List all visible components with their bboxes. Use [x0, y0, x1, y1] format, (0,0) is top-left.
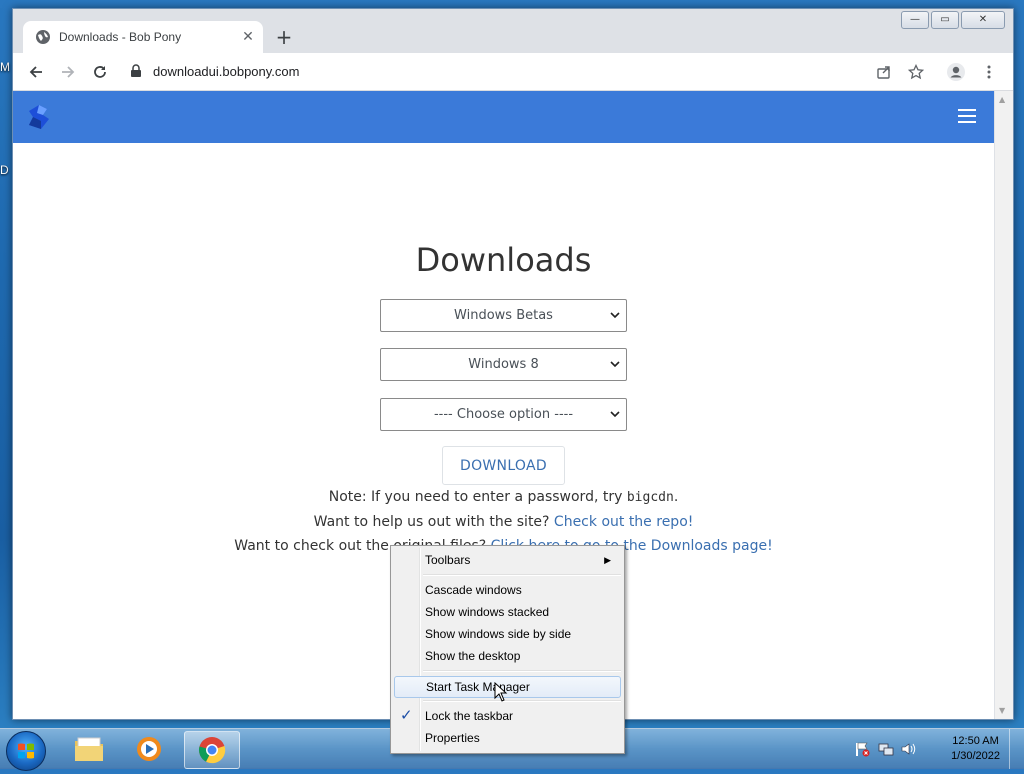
- browser-tab[interactable]: Downloads - Bob Pony ✕: [23, 21, 263, 53]
- menu-item-label: Toolbars: [425, 553, 471, 567]
- clock-date: 1/30/2022: [951, 750, 1000, 762]
- menu-separator: [423, 670, 621, 672]
- hamburger-menu-icon[interactable]: [958, 109, 976, 123]
- tab-strip: Downloads - Bob Pony ✕ + — ▭ ✕: [13, 9, 1013, 53]
- submenu-arrow-icon: ▶: [604, 555, 611, 565]
- taskbar-app-chrome[interactable]: [184, 731, 240, 769]
- help-prefix: Want to help us out with the site?: [313, 514, 554, 530]
- back-button[interactable]: [25, 61, 47, 83]
- scroll-down-icon[interactable]: ▼: [999, 706, 1005, 715]
- new-tab-button[interactable]: +: [273, 27, 295, 49]
- version-select-value: Windows 8: [468, 357, 539, 372]
- page-title: Downloads: [415, 241, 592, 279]
- vertical-scrollbar[interactable]: ▲ ▼: [995, 91, 1013, 719]
- menu-item-show-desktop[interactable]: Show the desktop: [394, 645, 621, 667]
- avatar-icon: [947, 63, 965, 81]
- star-icon: [908, 64, 924, 80]
- option-select[interactable]: ---- Choose option ----: [380, 398, 627, 431]
- close-tab-icon[interactable]: ✕: [241, 30, 255, 44]
- maximize-button[interactable]: ▭: [931, 11, 959, 29]
- chevron-down-icon: [610, 312, 620, 319]
- menu-item-side-by-side[interactable]: Show windows side by side: [394, 623, 621, 645]
- minimize-button[interactable]: —: [901, 11, 929, 29]
- lock-icon: [131, 64, 141, 77]
- site-logo[interactable]: [25, 103, 53, 131]
- chrome-icon: [199, 737, 226, 764]
- site-navbar: [13, 91, 994, 143]
- menu-separator: [423, 700, 621, 702]
- menu-item-show-stacked[interactable]: Show windows stacked: [394, 601, 621, 623]
- desktop-icon-label[interactable]: D: [0, 163, 9, 177]
- action-center-flag-icon[interactable]: [854, 741, 870, 757]
- repo-link[interactable]: Check out the repo!: [554, 514, 693, 530]
- category-select[interactable]: Windows Betas: [380, 299, 627, 332]
- menu-item-label: Cascade windows: [425, 583, 522, 597]
- password-note-suffix: .: [673, 489, 679, 505]
- menu-button[interactable]: [978, 61, 1000, 83]
- windows-logo-icon: [18, 743, 34, 759]
- reload-button[interactable]: [89, 61, 111, 83]
- chevron-down-icon: [610, 361, 620, 368]
- start-button[interactable]: [6, 731, 46, 771]
- folder-icon: [75, 737, 103, 761]
- password-note: Note: If you need to enter a password, t…: [13, 489, 994, 505]
- menu-item-label: Start Task Manager: [426, 680, 530, 694]
- arrow-left-icon: [29, 66, 42, 78]
- desktop-icon-label[interactable]: M: [0, 60, 10, 74]
- checkmark-icon: ✓: [400, 707, 413, 724]
- reload-icon: [94, 66, 106, 78]
- menu-item-label: Properties: [425, 731, 480, 745]
- taskbar-app-explorer[interactable]: [62, 731, 116, 767]
- taskbar-context-menu: Toolbars ▶ Cascade windows Show windows …: [390, 545, 625, 754]
- close-window-button[interactable]: ✕: [961, 11, 1005, 29]
- help-line: Want to help us out with the site? Check…: [13, 514, 994, 530]
- forward-button[interactable]: [57, 61, 79, 83]
- tab-title: Downloads - Bob Pony: [59, 30, 182, 44]
- menu-item-properties[interactable]: Properties: [394, 727, 621, 749]
- option-select-value: ---- Choose option ----: [433, 407, 574, 422]
- share-icon: [877, 66, 890, 79]
- taskbar-app-media-player[interactable]: [122, 731, 176, 767]
- media-player-icon: [137, 737, 161, 761]
- volume-icon[interactable]: [900, 741, 916, 757]
- bookmark-button[interactable]: [905, 61, 927, 83]
- menu-item-toolbars[interactable]: Toolbars ▶: [394, 549, 621, 571]
- download-button[interactable]: DOWNLOAD: [442, 446, 565, 485]
- scroll-up-icon[interactable]: ▲: [999, 95, 1005, 104]
- globe-icon: [36, 30, 50, 44]
- menu-item-lock-taskbar[interactable]: ✓ Lock the taskbar: [394, 705, 621, 727]
- taskbar-clock[interactable]: 12:50 AM 1/30/2022: [951, 734, 1000, 764]
- menu-item-cascade-windows[interactable]: Cascade windows: [394, 579, 621, 601]
- browser-toolbar: downloadui.bobpony.com: [13, 53, 1013, 91]
- menu-separator: [423, 574, 621, 576]
- menu-item-label: Show windows side by side: [425, 627, 572, 641]
- password-code: bigcdn: [626, 490, 674, 505]
- menu-item-label: Show windows stacked: [425, 605, 550, 619]
- menu-item-label: Show the desktop: [425, 649, 521, 663]
- share-button[interactable]: [873, 61, 895, 83]
- kebab-menu-icon: [987, 65, 991, 79]
- window-controls: — ▭ ✕: [901, 11, 1005, 29]
- password-note-prefix: Note: If you need to enter a password, t…: [328, 489, 627, 505]
- menu-item-label: Lock the taskbar: [425, 709, 514, 723]
- address-bar[interactable]: downloadui.bobpony.com: [121, 57, 953, 85]
- url-text[interactable]: downloadui.bobpony.com: [153, 64, 299, 79]
- clock-time: 12:50 AM: [952, 735, 999, 747]
- category-select-value: Windows Betas: [454, 308, 553, 323]
- arrow-right-icon: [62, 66, 75, 78]
- chevron-down-icon: [610, 411, 620, 418]
- mouse-cursor-icon: [494, 682, 508, 702]
- system-tray: 12:50 AM 1/30/2022: [854, 729, 1024, 769]
- profile-button[interactable]: [945, 61, 967, 83]
- network-icon[interactable]: [878, 741, 894, 757]
- version-select[interactable]: Windows 8: [380, 348, 627, 381]
- show-desktop-button[interactable]: [1009, 729, 1024, 769]
